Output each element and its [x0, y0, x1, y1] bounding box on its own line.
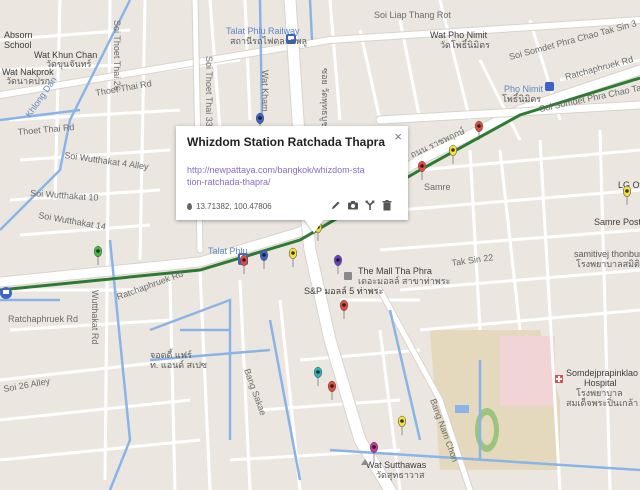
label-absorn: Absorn: [4, 30, 33, 40]
road-soi-th-1: ซอย วัดพุทธบูชา: [319, 68, 330, 132]
label-talat-phlu: Talat Phlu: [208, 246, 248, 256]
map-canvas[interactable]: Absorn School Wat Khun Chan วัดขุนจันทร์…: [0, 0, 640, 490]
info-window-tail: [304, 219, 324, 233]
label-jodfair-2: ท. แอนด์ สเปซ: [150, 359, 207, 370]
label-samitivej-th: โรงพยาบาลสมิติเวช: [576, 259, 640, 269]
label-pho-nimit: Pho Nimit: [504, 84, 544, 94]
close-icon[interactable]: ×: [394, 129, 402, 144]
edit-icon[interactable]: [330, 199, 342, 211]
label-mall-tha-phra: The Mall Tha Phra: [358, 266, 432, 276]
info-window-coords: 13.71382, 100.47806: [187, 202, 272, 211]
train-icon-left[interactable]: [0, 287, 12, 299]
label-somdej-hospital-th: โรงพยาบาล: [576, 388, 623, 398]
label-somdej-hospital-th2: สมเด็จพระปิ่นเกล้า: [566, 396, 638, 408]
label-talat-phlu-railway-th: สถานีรถไฟตลาดพลู: [230, 36, 307, 47]
road-wutthakat: Wutthakat Rd: [90, 290, 100, 344]
label-talat-phlu-railway: Talat Phlu Railway: [226, 26, 300, 36]
label-mall-tha-phra-th: เดอะมอลล์ สาขาท่าพระ: [358, 275, 451, 286]
info-window-link[interactable]: http://newpattaya.com/bangkok/whizdom-st…: [187, 164, 367, 188]
label-somdej-hospital: Somdejprapinklao: [566, 368, 638, 378]
road-soi-liap: Soi Liap Thang Rot: [374, 10, 451, 20]
road-soi-thoet-thai-26: Soi Thoet Thai 26: [112, 20, 122, 91]
shopping-icon: [344, 272, 352, 280]
pho-nimit-station-icon[interactable]: [545, 82, 554, 91]
directions-icon[interactable]: [364, 199, 376, 211]
info-window-title: Whizdom Station Ratchada Thapra: [187, 135, 386, 149]
camera-icon[interactable]: [347, 199, 359, 211]
hospital-icon: [555, 375, 563, 383]
label-wat-sutthawas: Wat Sutthawas: [366, 460, 427, 470]
label-samre: Samre: [424, 182, 451, 192]
label-samitivej: samitivej thonburi: [574, 249, 640, 259]
label-samre-post-office: Samre Post Offi: [594, 217, 640, 227]
label-somdej-hospital-2: Hospital: [584, 378, 617, 388]
location-pin-icon: [187, 203, 192, 210]
label-wat-sutthawas-th: วัดสุทธาวาส: [376, 470, 425, 481]
label-wat-pho-nimit-th: วัดโพธิ์นิมิตร: [440, 38, 490, 50]
label-wat-pho-nimit: Wat Pho Nimit: [430, 30, 488, 40]
label-pho-nimit-th: โพธิ์นิมิตร: [502, 92, 541, 104]
delete-icon[interactable]: [381, 199, 393, 211]
label-absorn-school: School: [4, 40, 32, 50]
label-sp-mall: S&P มอลล์ 5 ท่าพระ: [304, 285, 383, 296]
road-soi-thoet-thai-33: Soi Thoet Thai 33: [204, 56, 214, 127]
road-wat-kham: Wat Kham: [260, 70, 270, 112]
road-ratchaphruek-3: Ratchaphruek Rd: [8, 314, 78, 324]
label-jodfair: จอดดี้ แฟร์: [150, 348, 192, 360]
coords-text: 13.71382, 100.47806: [196, 202, 272, 211]
info-window: Whizdom Station Ratchada Thapra × http:/…: [176, 126, 408, 220]
